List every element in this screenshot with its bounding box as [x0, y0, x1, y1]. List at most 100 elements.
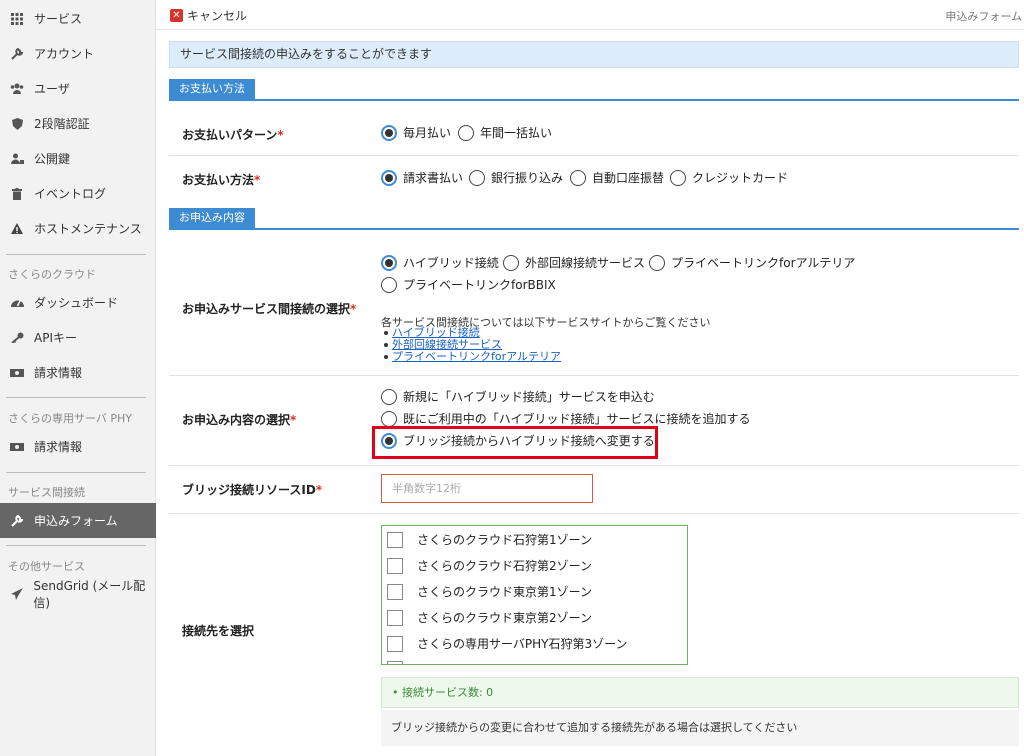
order-type-label: お申込み内容の選択*: [182, 413, 297, 427]
sidebar-item-2fa[interactable]: 2段階認証: [0, 106, 156, 141]
cancel-button[interactable]: ✕ キャンセル: [170, 7, 247, 24]
wrench-icon: [10, 514, 24, 528]
destination-checklist[interactable]: さくらのクラウド石狩第1ゾーン さくらのクラウド石狩第2ゾーン さくらのクラウド…: [381, 525, 688, 665]
radio-invoice[interactable]: 請求書払い: [381, 169, 463, 186]
radio-private-link-bbix[interactable]: プライベートリンクforBBIX: [381, 276, 556, 293]
row-divider: [169, 513, 1019, 514]
top-bar: ✕ キャンセル 申込みフォーム: [156, 0, 1024, 30]
warning-icon: [10, 222, 24, 236]
radio-label: 既にご利用中の「ハイブリッド接続」サービスに接続を追加する: [403, 412, 751, 426]
checkbox-cloud-tokyo-2[interactable]: さくらのクラウド東京第2ゾーン: [387, 609, 592, 626]
bridge-id-input[interactable]: [381, 474, 593, 503]
service-links: ハイブリッド接続 外部回線接続サービス プライベートリンクforアルテリア: [384, 327, 561, 363]
sidebar-item-public-key[interactable]: 公開鍵: [0, 141, 156, 176]
checkbox-cloud-ishikari-2[interactable]: さくらのクラウド石狩第2ゾーン: [387, 557, 592, 574]
checkbox-label: さくらの専用サーバPHY石狩第3ゾーン: [417, 637, 628, 651]
link-private-link-arteria[interactable]: プライベートリンクforアルテリア: [392, 351, 561, 363]
radio-label: 自動口座振替: [592, 171, 665, 185]
sidebar-item-event-log[interactable]: イベントログ: [0, 176, 156, 211]
sidebar-item-label: 公開鍵: [34, 152, 71, 166]
radio-label: プライベートリンクforアルテリア: [671, 256, 856, 270]
sidebar-item-label: 2段階認証: [34, 117, 90, 131]
info-notice: サービス間接続の申込みをすることができます: [169, 41, 1019, 68]
radio-label: 毎月払い: [403, 126, 452, 140]
list-item: プライベートリンクforアルテリア: [384, 351, 561, 363]
destinations-help: ブリッジ接続からの変更に合わせて追加する接続先がある場合は選択してください: [381, 710, 1019, 746]
sidebar-heading-other: その他サービス: [8, 560, 85, 573]
radio-add-connection[interactable]: 既にご利用中の「ハイブリッド接続」サービスに接続を追加する: [381, 410, 751, 427]
sidebar-item-sendgrid[interactable]: SendGrid (メール配信): [0, 576, 156, 611]
radio-bank-transfer[interactable]: 銀行振り込み: [469, 169, 563, 186]
sidebar-item-label: 請求情報: [34, 366, 83, 380]
grid-icon: [10, 12, 24, 26]
radio-monthly[interactable]: 毎月払い: [381, 124, 451, 141]
radio-label: プライベートリンクforBBIX: [403, 278, 556, 292]
bill-icon: [10, 366, 24, 380]
radio-external-line[interactable]: 外部回線接続サービス: [503, 254, 645, 271]
trash-icon: [10, 187, 24, 201]
key-icon: [10, 331, 24, 345]
sidebar-item-users[interactable]: ユーザ: [0, 71, 156, 106]
radio-auto-debit[interactable]: 自動口座振替: [570, 169, 664, 186]
checkbox-label: さくらのクラウド石狩第2ゾーン: [417, 559, 593, 573]
radio-label: 新規に「ハイブリッド接続」サービスを申込む: [403, 390, 655, 404]
sidebar-item-label: アカウント: [34, 47, 95, 61]
sidebar-divider: [6, 545, 146, 546]
sidebar-item-api-key[interactable]: APIキー: [0, 320, 156, 355]
sidebar-item-label: 申込みフォーム: [34, 514, 118, 528]
sidebar-item-account[interactable]: アカウント: [0, 36, 156, 71]
send-icon: [10, 587, 23, 601]
shield-icon: [10, 117, 24, 131]
sidebar-heading-cloud: さくらのクラウド: [8, 268, 96, 281]
sidebar-item-label: ダッシュボード: [34, 296, 119, 310]
bridge-id-label: ブリッジ接続リソースID*: [182, 483, 323, 497]
sidebar-item-label: イベントログ: [34, 187, 107, 201]
sidebar-heading-phy: さくらの専用サーバ PHY: [8, 412, 133, 425]
payment-method-label: お支払い方法*: [182, 173, 261, 187]
dashboard-icon: [10, 296, 24, 310]
highlight-box: [372, 426, 658, 459]
radio-hybrid[interactable]: ハイブリッド接続: [381, 254, 499, 271]
sidebar-item-billing-phy[interactable]: 請求情報: [0, 429, 156, 464]
sidebar-item-application-form[interactable]: 申込みフォーム: [0, 503, 156, 538]
radio-label: ハイブリッド接続: [403, 256, 499, 270]
section-order: お申込み内容: [169, 208, 1019, 230]
radio-label: 銀行振り込み: [491, 171, 564, 185]
sidebar-item-host-maintenance[interactable]: ホストメンテナンス: [0, 211, 156, 246]
checkbox-cloud-ishikari-1[interactable]: さくらのクラウド石狩第1ゾーン: [387, 531, 592, 548]
sidebar-item-dashboard[interactable]: ダッシュボード: [0, 285, 156, 320]
checkbox-partial[interactable]: [387, 661, 417, 664]
checkbox-label: さくらのクラウド東京第2ゾーン: [417, 611, 593, 625]
radio-annual[interactable]: 年間一括払い: [458, 124, 552, 141]
sidebar-item-label: ホストメンテナンス: [34, 222, 142, 236]
section-title: お支払い方法: [169, 79, 255, 99]
sidebar-item-label: 請求情報: [34, 440, 83, 454]
sidebar-item-label: ユーザ: [34, 82, 70, 96]
wrench-icon: [10, 47, 24, 61]
user-key-icon: [10, 152, 24, 166]
radio-private-link-arteria[interactable]: プライベートリンクforアルテリア: [649, 254, 855, 271]
section-title: お申込み内容: [169, 208, 255, 228]
close-icon: ✕: [170, 9, 183, 22]
sidebar-heading-interconnect: サービス間接続: [8, 486, 85, 499]
section-payment: お支払い方法: [169, 79, 1019, 101]
sidebar-item-services[interactable]: サービス: [0, 1, 156, 36]
checkbox-phy-ishikari-3[interactable]: さくらの専用サーバPHY石狩第3ゾーン: [387, 635, 628, 652]
sidebar-item-label: サービス: [34, 12, 83, 26]
connection-count: • 接続サービス数: 0: [381, 677, 1019, 708]
payment-pattern-label: お支払いパターン*: [182, 128, 284, 142]
breadcrumb: 申込みフォーム: [945, 10, 1022, 23]
bill-icon: [10, 440, 24, 454]
radio-label: 年間一括払い: [480, 126, 553, 140]
destinations-label: 接続先を選択: [182, 624, 255, 638]
sidebar-item-billing-cloud[interactable]: 請求情報: [0, 355, 156, 390]
sidebar-item-label: SendGrid (メール配信): [33, 578, 146, 610]
radio-new-hybrid[interactable]: 新規に「ハイブリッド接続」サービスを申込む: [381, 388, 655, 405]
users-icon: [10, 82, 24, 96]
radio-label: 外部回線接続サービス: [525, 256, 646, 270]
radio-label: クレジットカード: [692, 171, 789, 185]
sidebar-item-label: APIキー: [34, 331, 77, 345]
row-divider: [169, 375, 1019, 376]
checkbox-cloud-tokyo-1[interactable]: さくらのクラウド東京第1ゾーン: [387, 583, 592, 600]
radio-credit-card[interactable]: クレジットカード: [670, 169, 788, 186]
